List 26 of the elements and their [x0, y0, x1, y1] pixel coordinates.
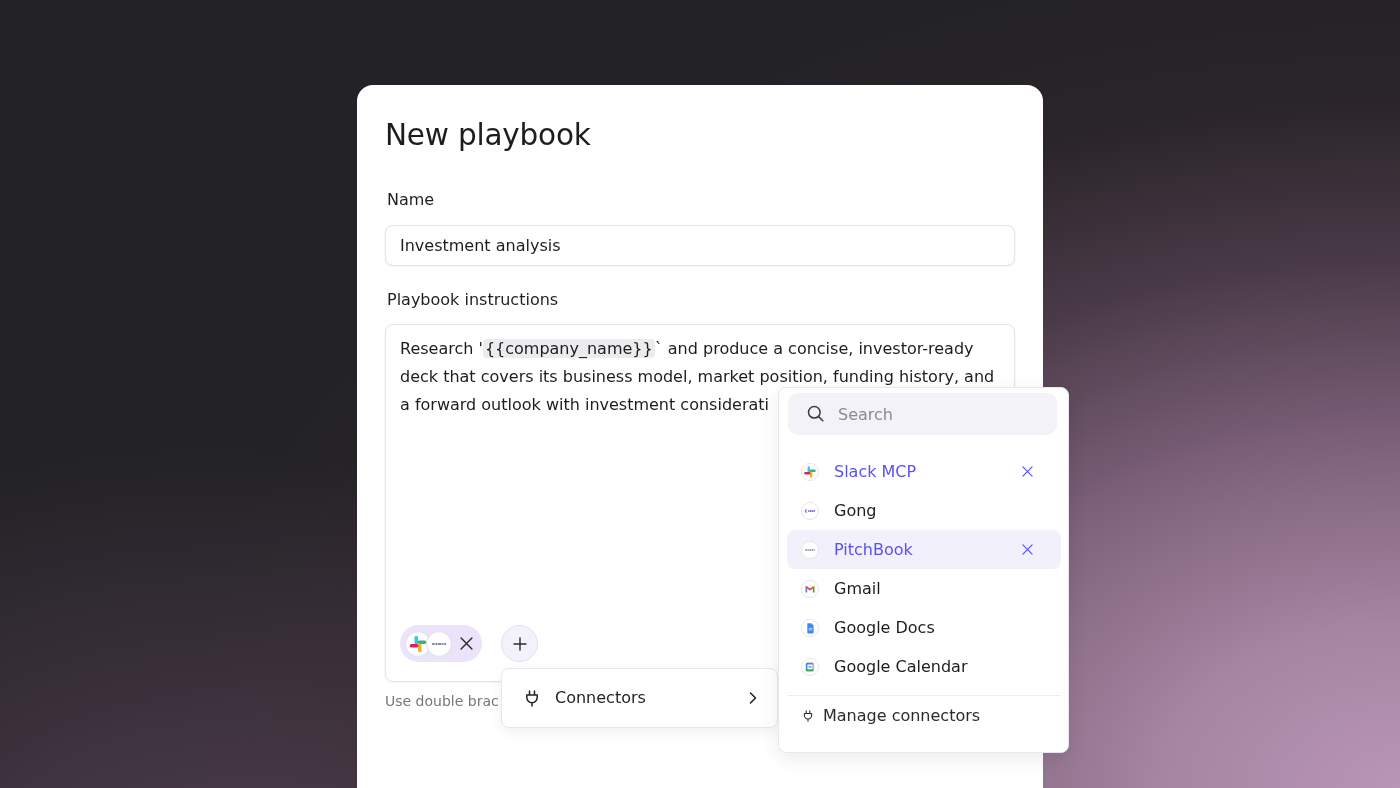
close-icon — [460, 637, 473, 650]
hash-logo-icon — [801, 462, 819, 481]
letter-m-icon — [801, 579, 819, 598]
field-label: Name — [387, 189, 435, 211]
wordmark-logo-icon — [801, 501, 819, 520]
wordmark-logo-icon — [801, 540, 819, 559]
dialog-title: New playbook — [385, 118, 591, 152]
add-button[interactable] — [501, 625, 538, 662]
close-icon — [1022, 466, 1033, 477]
connector-item[interactable]: PitchBook — [787, 530, 1061, 569]
search-field[interactable]: Search — [788, 393, 1057, 435]
plus-icon — [512, 636, 527, 651]
calendar-icon — [801, 657, 819, 676]
chevron-right-icon — [749, 692, 757, 704]
field-label: Playbook instructions — [387, 289, 559, 311]
document-icon — [801, 618, 819, 637]
wordmark-logo-icon — [426, 630, 452, 657]
plug-icon — [525, 689, 539, 707]
menu-item[interactable]: Manage connectors — [787, 696, 1061, 736]
remove-button[interactable] — [460, 637, 473, 650]
close-icon — [1022, 544, 1033, 555]
remove-button[interactable] — [1022, 466, 1033, 477]
name-input[interactable]: Investment analysis — [385, 225, 1015, 266]
plug-icon — [803, 710, 813, 722]
search-icon — [807, 405, 824, 422]
hint-text: Use double brac — [385, 692, 499, 711]
